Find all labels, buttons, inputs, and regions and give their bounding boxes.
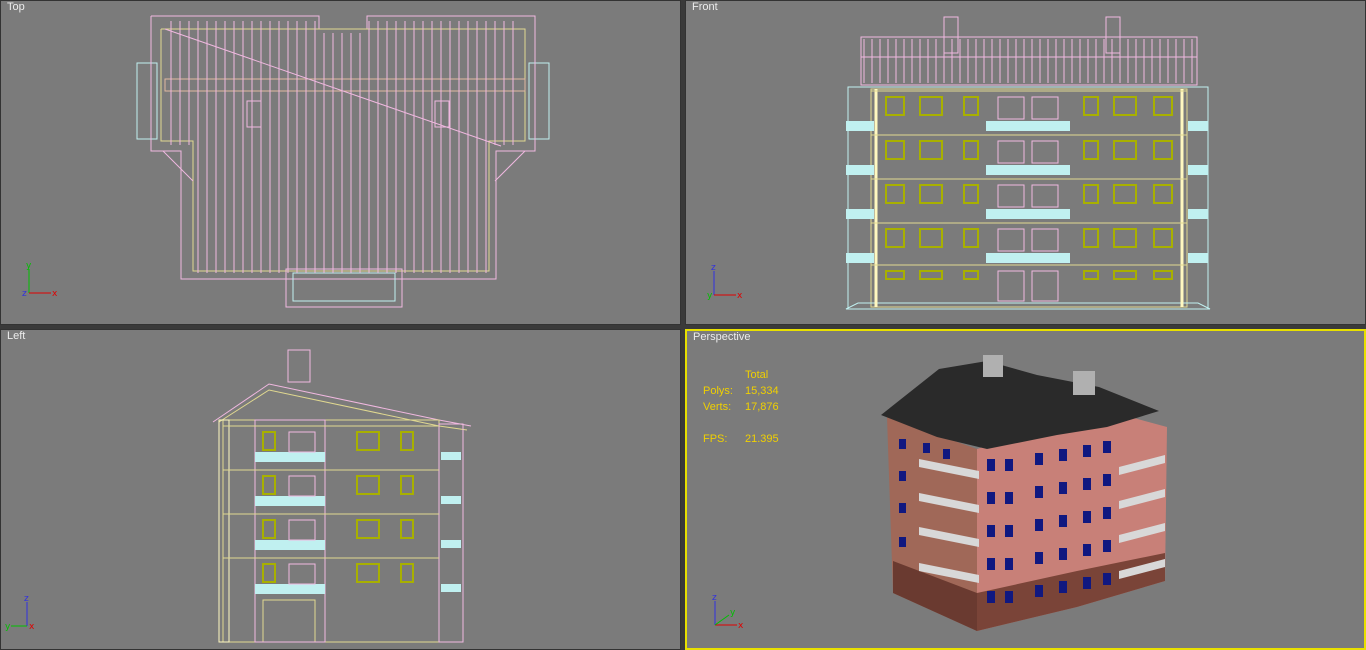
axis-gizmo: z x y [706,261,756,305]
axis-label-o: x [29,622,35,632]
left-view-wireframe [212,349,472,643]
building-3d-render [881,355,1167,631]
axis-label-h: y [5,622,11,632]
axis-label-o: z [22,289,27,299]
viewport-perspective[interactable]: Perspective Total Polys: 15,334 Verts: 17,… [685,329,1366,650]
axis-label-h: x [738,621,744,631]
top-view-wireframe [136,15,550,308]
axis-gizmo: z y x [5,592,55,636]
axis-label-h: x [737,291,743,301]
axis-label-o: y [730,608,736,618]
axis-label-v: z [711,263,716,273]
axis-label-h: x [52,289,58,299]
axis-label-v: y [26,261,32,271]
front-view-wireframe [845,16,1211,310]
viewport-front[interactable]: Front z x y [685,0,1366,325]
viewport-top[interactable]: Top y x z [0,0,681,325]
axis-label-v: z [24,594,29,604]
axis-label-v: z [712,593,717,603]
axis-gizmo: z x y [707,591,757,635]
axis-label-o: y [707,291,713,301]
axis-gizmo: y x z [21,259,71,303]
viewport-left[interactable]: Left z y x [0,329,681,650]
